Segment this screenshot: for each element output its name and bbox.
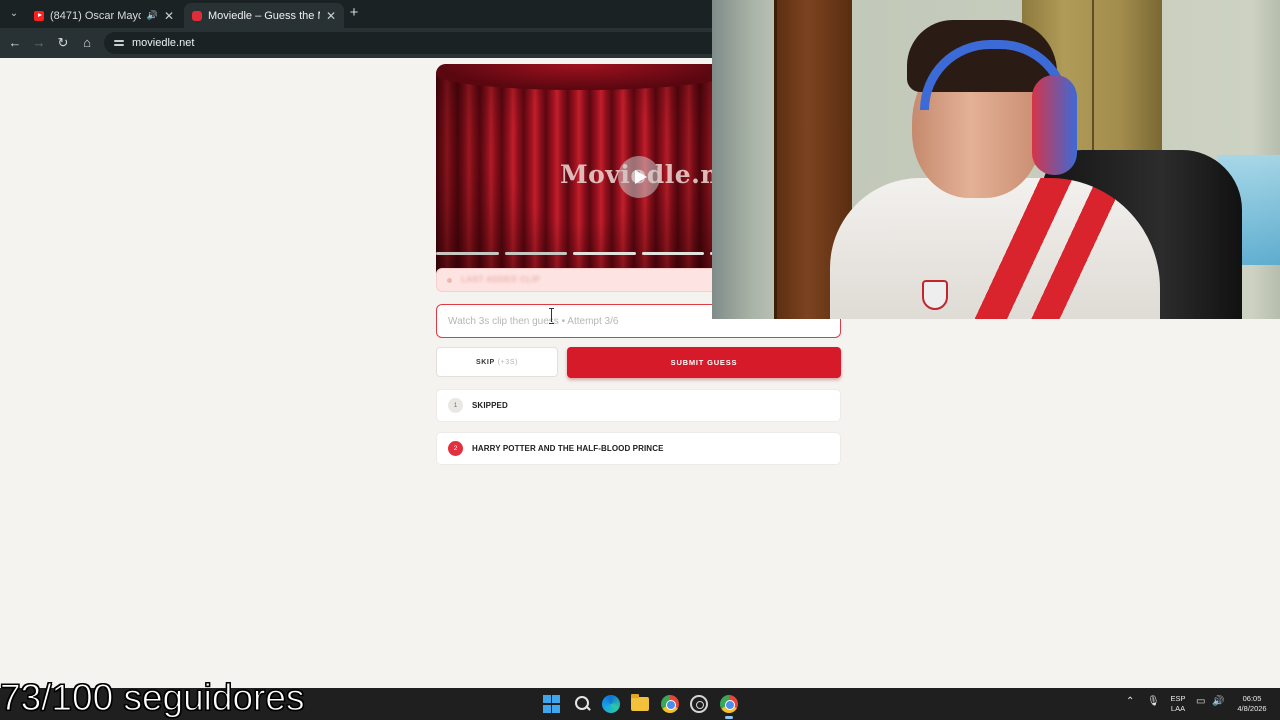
attempt-row: 1 SKIPPED xyxy=(436,389,841,422)
webcam-cabinet-line xyxy=(1092,0,1094,165)
tab-youtube[interactable]: (8471) Oscar Maydon x Fue 🔊 ✕ xyxy=(26,3,182,28)
volume-icon[interactable]: 🔊 xyxy=(1212,696,1224,707)
edge-icon[interactable] xyxy=(602,695,620,713)
progress-segment xyxy=(573,252,636,255)
back-arrow-icon[interactable]: ← xyxy=(6,34,24,52)
home-icon[interactable]: ⌂ xyxy=(78,34,96,52)
close-tab-icon[interactable]: ✕ xyxy=(164,9,174,23)
progress-segment xyxy=(436,252,499,255)
clock[interactable]: 06:05 4/8/2026 xyxy=(1230,694,1274,714)
new-tab-plus-icon[interactable]: + xyxy=(346,5,362,21)
site-info-icon[interactable] xyxy=(114,38,124,48)
search-icon[interactable] xyxy=(573,695,591,713)
language-indicator[interactable]: ESP LAA xyxy=(1168,694,1188,714)
screen: ⌄ (8471) Oscar Maydon x Fue 🔊 ✕ Moviedle… xyxy=(0,0,1280,720)
file-explorer-icon[interactable] xyxy=(631,694,649,711)
chrome-profile-icon[interactable] xyxy=(720,695,738,713)
windows-start-icon[interactable] xyxy=(543,695,561,713)
progress-segment xyxy=(504,252,567,255)
microphone-icon[interactable]: 🎙 xyxy=(1147,696,1160,707)
chevron-up-icon[interactable]: ⌃ xyxy=(1126,696,1134,707)
language-code: ESP xyxy=(1170,694,1186,703)
submit-guess-button[interactable]: SUBMIT GUESS xyxy=(567,347,841,378)
webcam-shirt-badge xyxy=(922,280,948,310)
chrome-icon[interactable] xyxy=(661,695,679,713)
reload-icon[interactable]: ↻ xyxy=(54,34,72,52)
keyboard-layout: LAA xyxy=(1170,704,1186,713)
attempt-number: 2 xyxy=(448,441,463,456)
hint-dot-icon xyxy=(447,278,452,283)
hint-text: LAST ADDED CLIP xyxy=(461,275,541,284)
headphone-icon xyxy=(1032,75,1077,175)
network-icon[interactable]: ▭ xyxy=(1196,696,1205,707)
attempt-text: HARRY POTTER AND THE HALF-BLOOD PRINCE xyxy=(472,444,664,453)
tab-title: Moviedle – Guess the Movie in xyxy=(208,9,320,22)
progress-segment xyxy=(641,252,704,255)
follower-count-overlay: 73/100 seguidores xyxy=(0,677,305,719)
forward-arrow-icon[interactable]: → xyxy=(30,34,48,52)
skip-button[interactable]: SKIP (+3S) xyxy=(436,347,558,377)
webcam-overlay xyxy=(712,0,1280,319)
tab-title: (8471) Oscar Maydon x Fue xyxy=(50,9,141,22)
play-icon[interactable] xyxy=(618,156,660,198)
youtube-icon xyxy=(34,10,44,21)
url-text: moviedle.net xyxy=(132,37,195,49)
attempt-row: 2 HARRY POTTER AND THE HALF-BLOOD PRINCE xyxy=(436,432,841,465)
speaker-icon[interactable]: 🔊 xyxy=(147,10,158,21)
active-app-indicator xyxy=(725,716,733,719)
moviedle-icon xyxy=(192,10,202,21)
text-cursor-icon xyxy=(549,308,555,324)
attempt-number: 1 xyxy=(448,398,463,413)
attempt-text: SKIPPED xyxy=(472,401,508,410)
tab-search-chevron-icon[interactable]: ⌄ xyxy=(6,6,22,22)
address-bar[interactable]: moviedle.net xyxy=(104,32,724,54)
skip-extra-label: (+3S) xyxy=(497,358,519,366)
tab-moviedle[interactable]: Moviedle – Guess the Movie in ✕ xyxy=(184,3,344,28)
skip-label: SKIP xyxy=(475,358,495,366)
clock-date: 4/8/2026 xyxy=(1237,704,1267,713)
close-tab-icon[interactable]: ✕ xyxy=(326,9,336,23)
obs-icon[interactable] xyxy=(690,695,708,713)
clock-time: 06:05 xyxy=(1242,694,1262,703)
webcam-shirt xyxy=(830,178,1160,319)
video-player[interactable]: Moviedle.net xyxy=(436,64,726,291)
